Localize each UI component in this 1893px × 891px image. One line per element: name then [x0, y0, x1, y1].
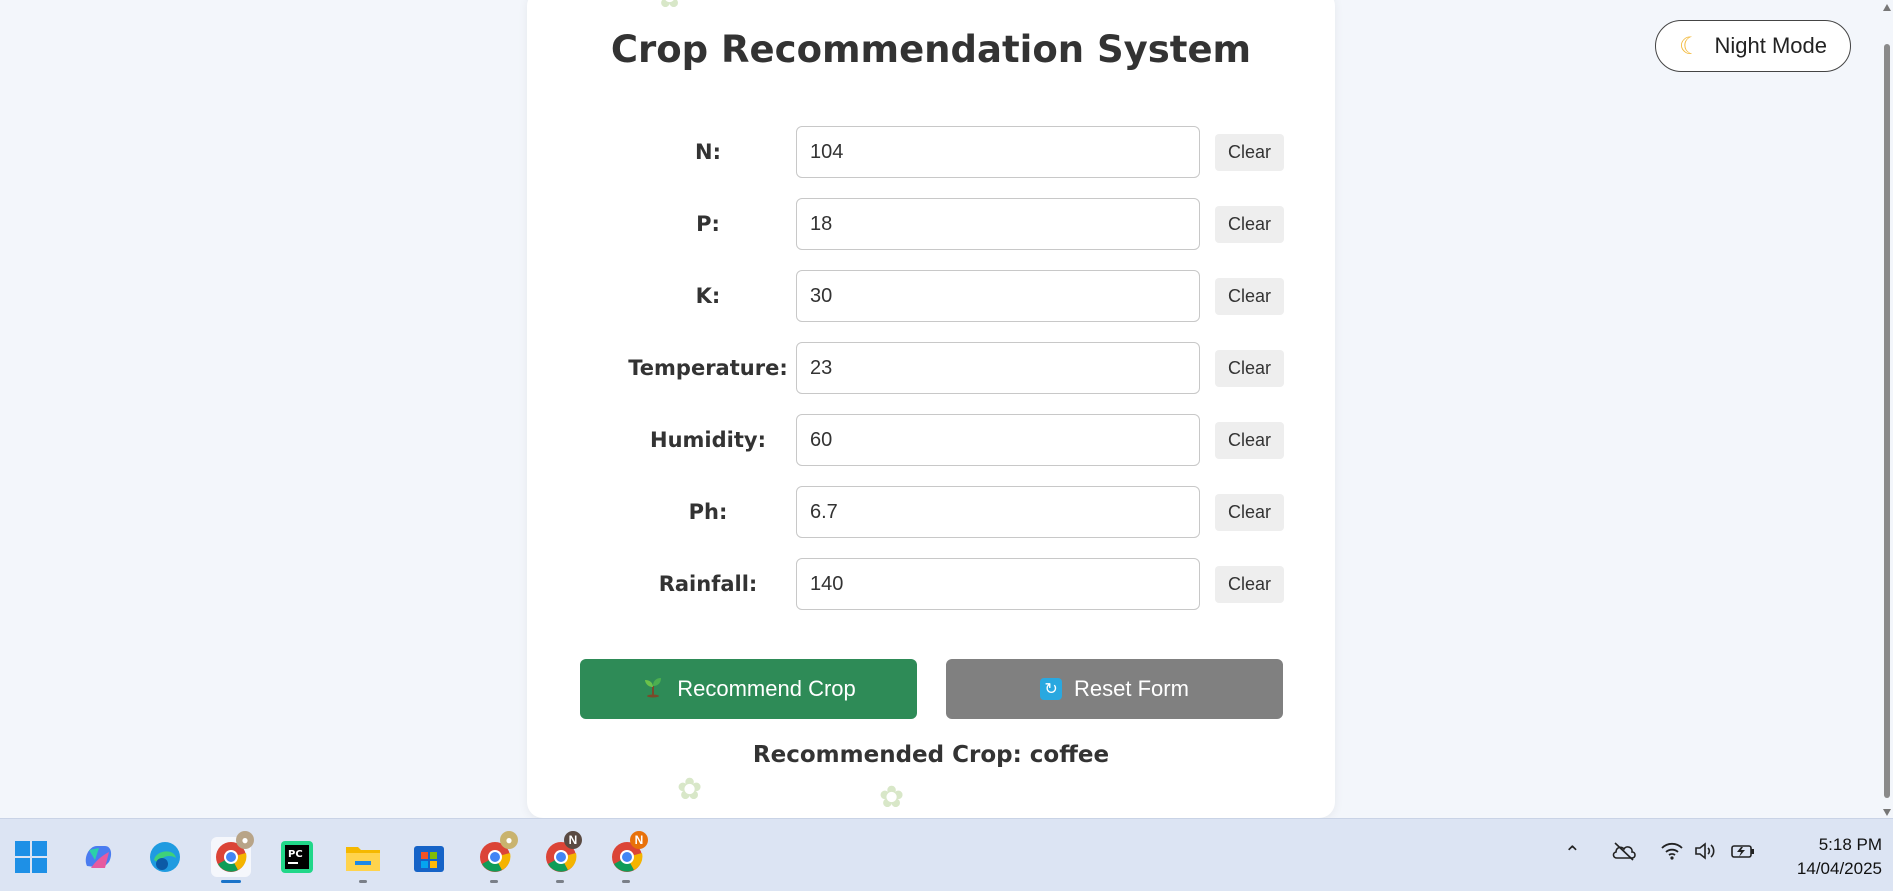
field-row-n: N: Clear — [527, 126, 1335, 178]
n-input[interactable] — [796, 126, 1200, 178]
humidity-input[interactable] — [796, 414, 1200, 466]
wifi-icon[interactable] — [1660, 841, 1684, 867]
recommend-crop-label: Recommend Crop — [677, 676, 856, 701]
page-scrollbar[interactable] — [1881, 0, 1893, 818]
copilot-icon[interactable] — [78, 837, 118, 877]
active-app-indicator — [221, 880, 241, 883]
windows-taskbar: ● PC ● N N ⌃ 5:18 PM 14/04/2025 — [0, 818, 1893, 891]
moon-icon: ☾ — [1678, 32, 1701, 60]
file-explorer-icon[interactable] — [343, 837, 383, 877]
scroll-down-arrow-icon[interactable] — [1883, 809, 1891, 816]
scrollbar-thumb[interactable] — [1884, 44, 1890, 798]
field-row-temperature: Temperature: Clear — [527, 342, 1335, 394]
clock-time: 5:18 PM — [1818, 835, 1882, 854]
app-indicator — [490, 880, 498, 883]
recommendation-result: Recommended Crop: coffee — [752, 742, 1110, 768]
clear-rainfall-button[interactable]: Clear — [1215, 566, 1284, 603]
night-mode-label: Night Mode — [1714, 33, 1828, 58]
app-indicator — [622, 880, 630, 883]
field-row-humidity: Humidity: Clear — [527, 414, 1335, 466]
rainfall-input[interactable] — [796, 558, 1200, 610]
profile-badge-n: N — [630, 831, 648, 849]
profile-badge-icon: ● — [236, 831, 254, 849]
scroll-up-arrow-icon[interactable] — [1883, 4, 1891, 11]
app-indicator — [556, 880, 564, 883]
reset-form-button[interactable]: ↻ Reset Form — [946, 659, 1283, 719]
clear-ph-button[interactable]: Clear — [1215, 494, 1284, 531]
profile-badge-n: N — [564, 831, 582, 849]
volume-icon[interactable] — [1694, 841, 1718, 867]
recommend-crop-button[interactable]: Recommend Crop — [580, 659, 917, 719]
clear-humidity-button[interactable]: Clear — [1215, 422, 1284, 459]
windows-start-icon[interactable] — [11, 837, 51, 877]
leaf-decoration-icon: ✿ — [879, 781, 905, 814]
app-indicator — [359, 880, 367, 883]
seedling-icon — [641, 674, 665, 704]
p-input[interactable] — [796, 198, 1200, 250]
edge-browser-icon[interactable] — [145, 837, 185, 877]
field-row-rainfall: Rainfall: Clear — [527, 558, 1335, 610]
night-mode-button[interactable]: ☾ Night Mode — [1655, 20, 1851, 72]
battery-charging-icon[interactable] — [1730, 841, 1756, 867]
clear-k-button[interactable]: Clear — [1215, 278, 1284, 315]
onedrive-cloud-icon[interactable] — [1611, 841, 1637, 867]
reset-form-label: Reset Form — [1074, 676, 1189, 701]
clear-n-button[interactable]: Clear — [1215, 134, 1284, 171]
crop-form-card: ✿ ✿ ✿ Crop Recommendation System N: Clea… — [527, 0, 1335, 818]
svg-text:PC: PC — [288, 849, 303, 860]
leaf-decoration-icon: ✿ — [677, 773, 703, 806]
refresh-icon: ↻ — [1040, 678, 1063, 700]
clear-p-button[interactable]: Clear — [1215, 206, 1284, 243]
clear-temperature-button[interactable]: Clear — [1215, 350, 1284, 387]
chevron-up-icon[interactable]: ⌃ — [1564, 841, 1581, 866]
temperature-input[interactable] — [796, 342, 1200, 394]
k-input[interactable] — [796, 270, 1200, 322]
field-row-p: P: Clear — [527, 198, 1335, 250]
clock-date: 14/04/2025 — [1796, 859, 1882, 878]
microsoft-store-icon[interactable] — [409, 837, 449, 877]
pycharm-icon[interactable]: PC — [277, 837, 317, 877]
field-row-k: K: Clear — [527, 270, 1335, 322]
leaf-decoration-icon: ✿ — [657, 0, 682, 15]
ph-input[interactable] — [796, 486, 1200, 538]
profile-badge-icon: ● — [500, 831, 518, 849]
page-title: Crop Recommendation System — [610, 28, 1252, 71]
field-row-ph: Ph: Clear — [527, 486, 1335, 538]
system-clock[interactable]: 5:18 PM 14/04/2025 — [1772, 833, 1882, 881]
